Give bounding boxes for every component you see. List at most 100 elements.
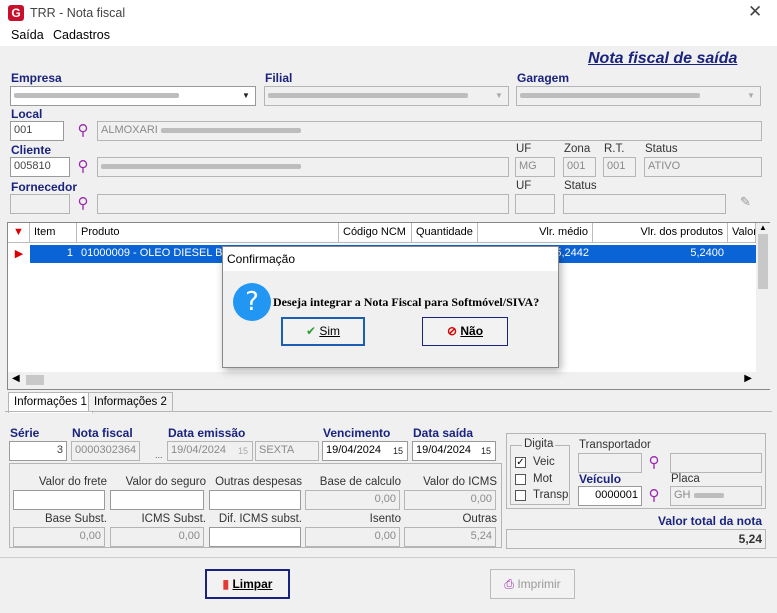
filial-select[interactable]: ▼ — [264, 86, 509, 106]
tab-informacoes-2[interactable]: Informações 2 — [88, 392, 173, 412]
sim-button[interactable]: ✔ Sim — [281, 317, 365, 346]
vertical-scrollbar[interactable]: ▲ — [756, 223, 770, 372]
dialog-message: Deseja integrar a Nota Fiscal para Softm… — [273, 295, 540, 309]
placa-label: Placa — [671, 473, 700, 485]
header-valor[interactable]: Valor — [728, 223, 756, 243]
dialog-body: ? Deseja integrar a Nota Fiscal para Sof… — [223, 271, 558, 367]
no-entry-icon: ⊘ — [446, 324, 458, 338]
header-vlr-medio[interactable]: Vlr. médio — [478, 223, 593, 243]
transp-checkbox[interactable] — [515, 490, 526, 501]
chevron-down-icon: ▼ — [242, 91, 250, 100]
row-pointer-icon: ▶ — [14, 248, 24, 260]
outras-val-label: Outras — [462, 513, 497, 525]
header-quantidade[interactable]: Quantidade — [412, 223, 478, 243]
mot-label: Mot — [533, 473, 553, 485]
saida-input[interactable]: 19/04/2024 15 — [412, 441, 496, 461]
seguro-label: Valor do seguro — [125, 476, 206, 488]
vencimento-label: Vencimento — [323, 426, 391, 440]
menu-bar — [0, 26, 777, 46]
window-title: TRR - Nota fiscal — [30, 6, 126, 20]
fornecedor-label: Fornecedor — [11, 180, 78, 194]
search-icon[interactable]: ⚲ — [74, 195, 92, 213]
header-item[interactable]: Item — [30, 223, 77, 243]
isento-field: 0,00 — [305, 527, 400, 547]
digita-label: Digita — [522, 438, 556, 450]
pin-icon[interactable]: ✎ — [740, 194, 751, 210]
app-logo-icon: G — [8, 5, 24, 21]
icms-label: Valor do ICMS — [423, 476, 497, 488]
confirm-dialog: Confirmação ? Deseja integrar a Nota Fis… — [222, 246, 559, 368]
close-icon[interactable]: ✕ — [748, 2, 762, 22]
veiculo-input[interactable]: 0000001 — [578, 486, 642, 506]
icmssubst-field: 0,00 — [110, 527, 204, 547]
total-field: 5,24 — [506, 529, 766, 549]
mot-checkbox[interactable] — [515, 474, 526, 485]
dif-label: Dif. ICMS subst. — [218, 513, 302, 525]
calendar-icon[interactable]: 15 — [235, 443, 251, 459]
bsubst-field: 0,00 — [13, 527, 105, 547]
search-icon[interactable]: ⚲ — [74, 158, 92, 176]
header-produto[interactable]: Produto — [77, 223, 339, 243]
cliente-name-field — [97, 157, 509, 177]
garagem-select[interactable]: ▼ — [516, 86, 761, 106]
outras-val-field: 5,24 — [404, 527, 496, 547]
serie-input[interactable]: 3 — [9, 441, 67, 461]
horizontal-scrollbar[interactable]: ◀ ▶ — [8, 372, 770, 389]
limpar-button[interactable]: ▮ Limpar — [205, 569, 290, 599]
rt-field: 001 — [603, 157, 636, 177]
empresa-select[interactable]: ▼ — [10, 86, 256, 106]
imprimir-button[interactable]: ⎙ Imprimir — [490, 569, 575, 599]
local-code-input[interactable]: 001 — [10, 121, 64, 141]
saida-label: Data saída — [413, 426, 474, 440]
grid-menu-icon[interactable]: ▼ — [8, 223, 30, 243]
transportador-name-field — [670, 453, 762, 473]
ellipsis-icon[interactable]: ... — [155, 450, 163, 460]
status-field: ATIVO — [644, 157, 762, 177]
dif-input[interactable] — [209, 527, 301, 547]
chevron-down-icon: ▼ — [747, 91, 755, 100]
vencimento-input[interactable]: 19/04/2024 15 — [322, 441, 408, 461]
transp-label: Transp — [533, 489, 569, 501]
footer-bar — [0, 557, 777, 613]
header-ncm[interactable]: Código NCM — [339, 223, 412, 243]
transportador-input[interactable] — [578, 453, 642, 473]
page-title: Nota fiscal de saída — [588, 50, 738, 67]
placa-field: GH — [670, 486, 762, 506]
table-row[interactable]: 1 — [30, 245, 77, 263]
menu-cadastros[interactable]: Cadastros — [53, 28, 110, 42]
nota-field: 0000302364 — [71, 441, 140, 461]
isento-label: Isento — [369, 513, 401, 525]
fornecedor-uf-field — [515, 194, 555, 214]
tab-informacoes-1[interactable]: Informações 1 — [8, 392, 93, 413]
fornecedor-code-input[interactable] — [10, 194, 70, 214]
frete-label: Valor do frete — [38, 476, 107, 488]
header-vlr-produtos[interactable]: Vlr. dos produtos — [593, 223, 728, 243]
menu-saida[interactable]: Saída — [11, 28, 44, 42]
veic-checkbox[interactable]: ✓ — [515, 457, 526, 468]
outras-input[interactable] — [209, 490, 301, 510]
chevron-down-icon: ▼ — [495, 91, 503, 100]
cliente-code-input[interactable]: 005810 — [10, 157, 70, 177]
fornecedor-uf-label: UF — [516, 180, 532, 192]
search-icon[interactable]: ⚲ — [645, 487, 663, 505]
search-icon[interactable]: ⚲ — [74, 122, 92, 140]
table-row[interactable]: 5,2400 — [593, 245, 728, 263]
base-field: 0,00 — [305, 490, 400, 510]
nota-label: Nota fiscal — [72, 426, 133, 440]
search-icon[interactable]: ⚲ — [645, 454, 663, 472]
nao-button[interactable]: ⊘ Não — [422, 317, 508, 346]
local-name-field: ALMOXARI — [97, 121, 762, 141]
table-row[interactable] — [728, 245, 756, 263]
seguro-input[interactable] — [110, 490, 204, 510]
cliente-uf-label: UF — [516, 143, 532, 155]
empresa-label: Empresa — [11, 71, 62, 85]
outras-label: Outras despesas — [215, 476, 302, 488]
cliente-uf-field: MG — [515, 157, 555, 177]
veic-label: Veic — [533, 456, 555, 468]
cliente-label: Cliente — [11, 143, 52, 157]
calendar-icon[interactable]: 15 — [390, 443, 406, 459]
frete-input[interactable] — [13, 490, 105, 510]
printer-icon: ⎙ — [504, 577, 514, 591]
calendar-icon[interactable]: 15 — [478, 443, 494, 459]
emissao-field[interactable]: 19/04/2024 15 — [167, 441, 253, 461]
